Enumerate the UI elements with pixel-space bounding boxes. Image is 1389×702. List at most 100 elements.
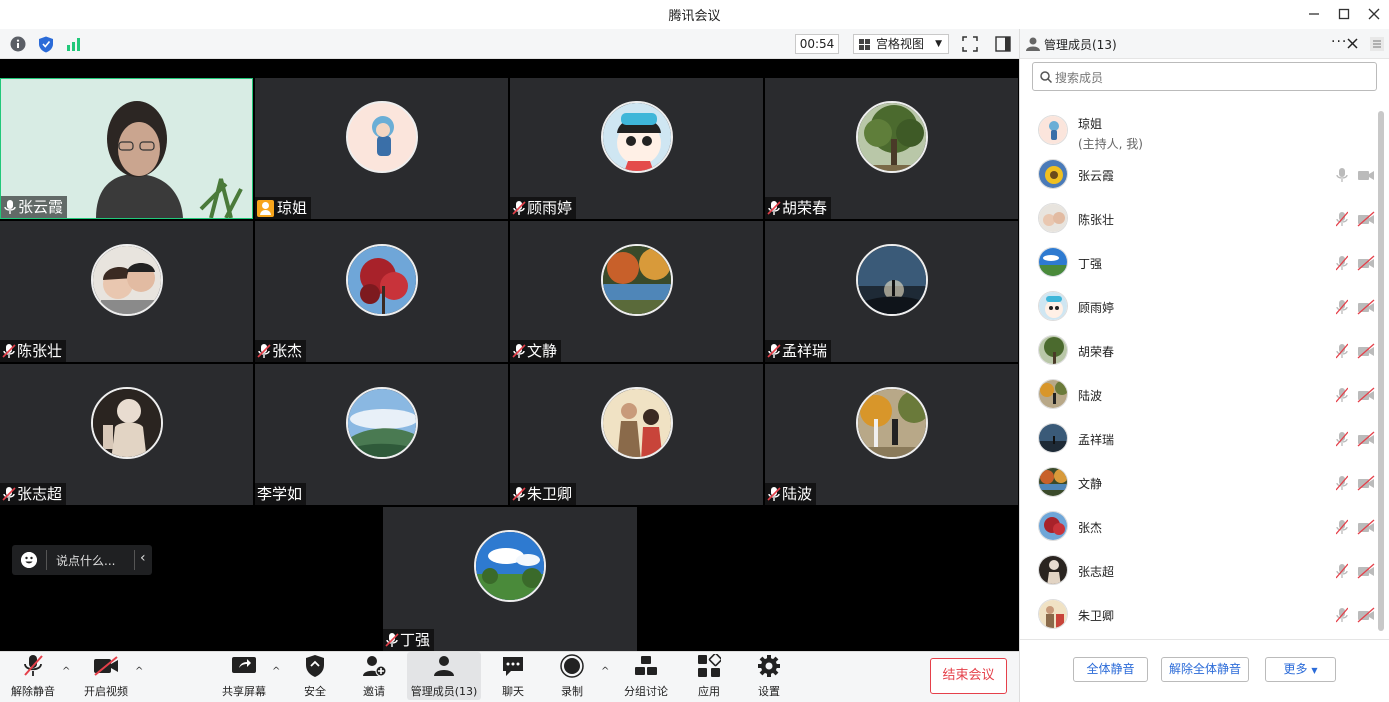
view-mode-dropdown[interactable]: 宫格视图 ▼ [853, 34, 949, 54]
more-button[interactable]: 更多 ▼ [1265, 657, 1336, 682]
mic-muted-icon[interactable] [1336, 519, 1348, 535]
mic-muted-icon [767, 487, 781, 501]
mic-muted-icon [257, 344, 271, 358]
video-tile[interactable]: 胡荣春 [765, 78, 1018, 219]
security-button[interactable]: 安全 [296, 652, 334, 700]
caret-down-icon: ▼ [1311, 666, 1318, 675]
mic-muted-icon[interactable] [1336, 255, 1348, 271]
info-icon[interactable] [9, 35, 27, 53]
mic-muted-icon[interactable] [1336, 607, 1348, 623]
manage-members-button[interactable]: 管理成员(13) [407, 652, 481, 700]
member-name: 陈张壮 [1078, 213, 1115, 227]
security-shield-icon[interactable] [37, 35, 55, 53]
emoji-icon[interactable] [21, 552, 37, 568]
camera-off-icon[interactable] [1357, 299, 1375, 315]
sidebar-toggle-icon[interactable] [994, 35, 1012, 53]
member-row[interactable]: 张杰 [1020, 505, 1380, 549]
close-icon[interactable] [1359, 3, 1389, 25]
member-row[interactable]: 张志超 [1020, 549, 1380, 593]
video-tile[interactable]: 孟祥瑞 [765, 221, 1018, 362]
video-tile[interactable]: 文静 [510, 221, 763, 362]
apps-button[interactable]: 应用 [690, 652, 728, 700]
participant-name-tag: 陈张壮 [0, 340, 67, 362]
member-row[interactable]: 陆波 [1020, 373, 1380, 417]
settings-button[interactable]: 设置 [750, 652, 788, 700]
menu-icon[interactable] [1370, 37, 1384, 51]
maximize-icon[interactable] [1329, 3, 1359, 25]
camera-off-icon[interactable] [1357, 519, 1375, 535]
member-row[interactable]: 胡荣春 [1020, 329, 1380, 373]
member-row[interactable]: 张云霞 [1020, 153, 1380, 197]
start-video-button[interactable]: 开启视频 [80, 652, 132, 700]
mic-muted-icon[interactable] [1336, 387, 1348, 403]
member-row[interactable]: 顾雨婷 [1020, 285, 1380, 329]
member-row[interactable]: 文静 [1020, 461, 1380, 505]
add-user-icon [363, 656, 386, 677]
camera-off-icon[interactable] [1357, 475, 1375, 491]
video-tile[interactable]: 张云霞 [0, 78, 253, 219]
mic-muted-icon[interactable] [1336, 343, 1348, 359]
camera-off-icon[interactable] [1357, 387, 1375, 403]
security-shield-icon [306, 655, 324, 677]
chat-placeholder: 说点什么... [56, 554, 116, 568]
member-list-scrollbar[interactable] [1378, 111, 1384, 631]
breakout-icon [635, 656, 657, 675]
quick-chat-input[interactable]: 说点什么... ‹ [12, 545, 152, 575]
more-options-icon[interactable]: ··· [1331, 34, 1347, 50]
member-row[interactable]: 朱卫卿 [1020, 593, 1380, 637]
mic-muted-icon[interactable] [1336, 475, 1348, 491]
camera-off-icon[interactable] [1357, 343, 1375, 359]
fullscreen-icon[interactable] [961, 35, 979, 53]
video-tile[interactable]: 顾雨婷 [510, 78, 763, 219]
member-row[interactable]: 陈张壮 [1020, 197, 1380, 241]
chevron-up-icon[interactable]: ^ [601, 666, 609, 677]
avatar [600, 387, 673, 459]
share-screen-button[interactable]: 共享屏幕 [218, 652, 270, 700]
chevron-up-icon[interactable]: ^ [272, 666, 280, 677]
camera-icon[interactable] [1357, 167, 1375, 183]
avatar [1038, 467, 1068, 497]
camera-off-icon[interactable] [1357, 431, 1375, 447]
unmute-all-button[interactable]: 解除全体静音 [1161, 657, 1249, 682]
camera-off-icon[interactable] [1357, 211, 1375, 227]
breakout-rooms-button[interactable]: 分组讨论 [620, 652, 672, 700]
chevron-up-icon[interactable]: ^ [62, 666, 70, 677]
mute-all-button[interactable]: 全体静音 [1073, 657, 1148, 682]
chevron-up-icon[interactable]: ^ [135, 666, 143, 677]
member-name: 丁强 [1078, 257, 1103, 271]
unmute-button[interactable]: 解除静音 [8, 652, 58, 700]
record-button[interactable]: 录制 [553, 652, 591, 700]
mic-muted-icon [512, 201, 526, 215]
close-panel-icon[interactable] [1347, 38, 1358, 49]
chevron-left-icon[interactable]: ‹ [140, 550, 146, 566]
video-tile[interactable]: 张志超 [0, 364, 253, 505]
video-tile[interactable]: 丁强 [383, 507, 637, 651]
member-row[interactable]: 丁强 [1020, 241, 1380, 285]
camera-off-icon[interactable] [1357, 563, 1375, 579]
video-tile[interactable]: 琼姐 [255, 78, 508, 219]
camera-off-icon[interactable] [1357, 255, 1375, 271]
chat-button[interactable]: 聊天 [494, 652, 532, 700]
minimize-icon[interactable] [1299, 3, 1329, 25]
member-search-input[interactable]: 搜索成员 [1032, 62, 1377, 91]
mic-muted-icon[interactable] [1336, 563, 1348, 579]
apps-grid-icon [698, 654, 721, 677]
member-row[interactable]: 孟祥瑞 [1020, 417, 1380, 461]
video-tile[interactable]: 陈张壮 [0, 221, 253, 362]
video-tile[interactable]: 朱卫卿 [510, 364, 763, 505]
camera-off-icon[interactable] [1357, 607, 1375, 623]
network-signal-icon[interactable] [65, 35, 83, 53]
mic-muted-icon[interactable] [1336, 431, 1348, 447]
participant-name-tag: 孟祥瑞 [765, 340, 832, 362]
video-tile[interactable]: 李学如 [255, 364, 508, 505]
video-tile[interactable]: 陆波 [765, 364, 1018, 505]
share-screen-icon [232, 657, 256, 673]
mic-on-icon[interactable] [1336, 167, 1348, 183]
member-row[interactable]: 琼姐 (主持人, 我) [1020, 109, 1380, 153]
avatar [855, 244, 928, 316]
video-tile[interactable]: 张杰 [255, 221, 508, 362]
end-meeting-button[interactable]: 结束会议 [930, 658, 1007, 694]
mic-muted-icon[interactable] [1336, 211, 1348, 227]
invite-button[interactable]: 邀请 [355, 652, 393, 700]
mic-muted-icon[interactable] [1336, 299, 1348, 315]
